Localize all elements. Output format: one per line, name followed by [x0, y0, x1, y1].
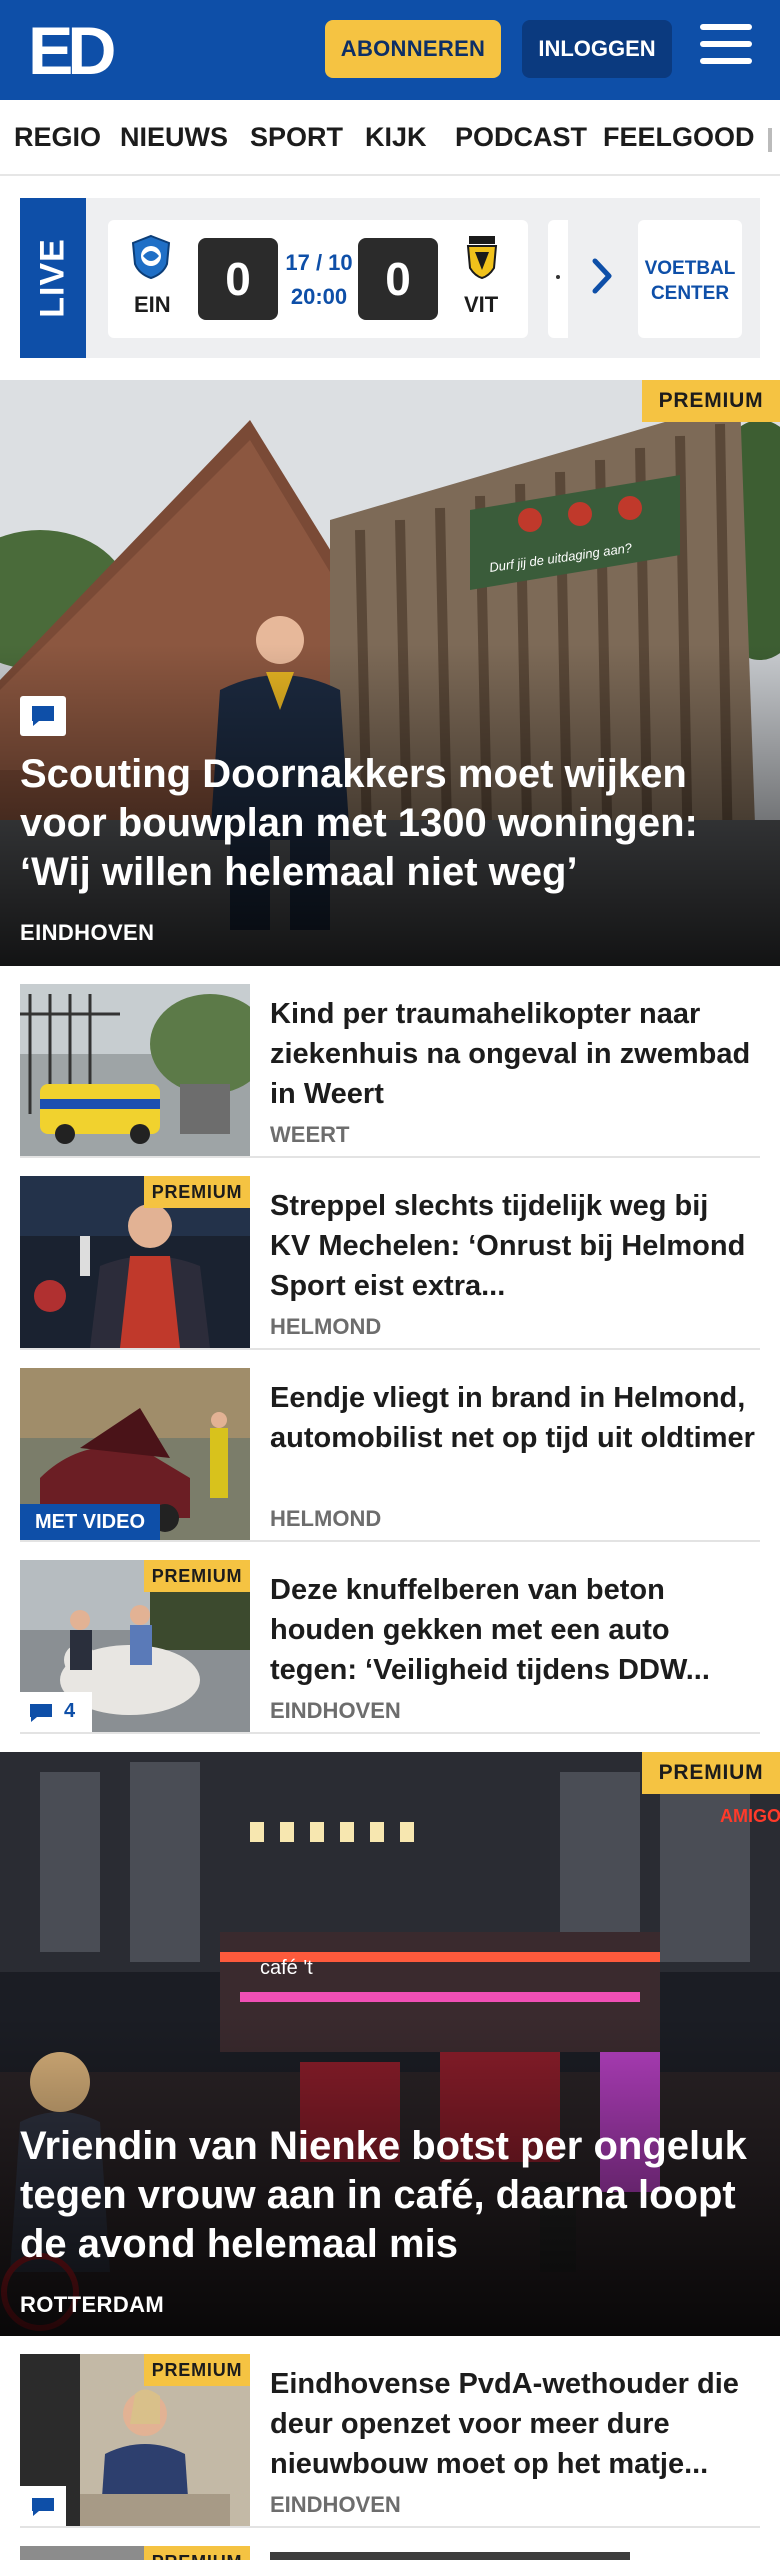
- logo-text: ED: [28, 16, 114, 80]
- nav-item-podcast[interactable]: PODCAST: [455, 122, 587, 153]
- nav-overflow-hint: [768, 128, 772, 152]
- video-badge: MET VIDEO: [20, 1504, 160, 1540]
- voetbal-center-link[interactable]: VOETBAL CENTER: [638, 220, 742, 338]
- comment-icon: [32, 706, 54, 726]
- psv-crest-icon: [131, 234, 171, 280]
- article-title[interactable]: Eendje vliegt in brand in Helmond, autom…: [270, 1378, 756, 1458]
- article-thumbnail-partial[interactable]: PREMIUM: [20, 2546, 250, 2560]
- match-datetime: 17 / 10 20:00: [285, 250, 353, 309]
- article-item[interactable]: PREMIUM Eindhovense PvdA-wethouder die d…: [20, 2336, 760, 2528]
- article-thumbnail: PREMIUM: [20, 2354, 250, 2526]
- comment-icon: [30, 1704, 52, 1722]
- hero-headline[interactable]: Vriendin van Nienke botst per ongeluk te…: [20, 2122, 760, 2269]
- article-category: EINDHOVEN: [270, 1698, 401, 1723]
- article-title-partial[interactable]: [270, 2548, 670, 2560]
- premium-badge: PREMIUM: [144, 2354, 250, 2386]
- premium-badge: PREMIUM: [144, 1176, 250, 1208]
- comment-count: 4: [64, 1700, 76, 1722]
- home-team-code: EIN: [134, 292, 171, 317]
- hero2-sign-text-2: AMIGO: [720, 1806, 780, 1826]
- comment-icon: [32, 2498, 54, 2516]
- nav-item-regio[interactable]: REGIO: [14, 122, 101, 153]
- article-category: WEERT: [270, 1122, 350, 1147]
- premium-badge: PREMIUM: [642, 380, 780, 422]
- article-thumbnail: MET VIDEO: [20, 1368, 250, 1540]
- hero-article[interactable]: Durf jij de uitdaging aan? PREMIUM Scout…: [0, 380, 780, 966]
- hero-article[interactable]: café 't AMIGO PREMIUM Vriendin van Nienk…: [0, 1752, 780, 2336]
- premium-badge: PREMIUM: [144, 1560, 250, 1592]
- match-card[interactable]: EIN 0 17 / 10 20:00 0 VIT: [108, 220, 528, 338]
- subscribe-button[interactable]: ABONNEREN: [325, 20, 501, 78]
- article-item[interactable]: Kind per traumahelikopter naar ziekenhui…: [20, 966, 760, 1158]
- login-button[interactable]: INLOGGEN: [522, 20, 672, 78]
- live-scores-strip: LIVE EIN 0 17 / 10 20:00 0 VIT VOETBAL C…: [20, 198, 760, 358]
- nav-item-nieuws[interactable]: NIEUWS: [120, 122, 228, 153]
- hero-category: ROTTERDAM: [20, 2292, 165, 2317]
- home-score: 0: [198, 238, 278, 320]
- article-item[interactable]: PREMIUM 4 Deze knuffelberen van beton ho…: [20, 1542, 760, 1734]
- article-category: HELMOND: [270, 1506, 382, 1531]
- nav-item-feelgood[interactable]: FEELGOOD: [603, 122, 755, 153]
- ed-logo[interactable]: ED: [28, 16, 116, 80]
- article-title[interactable]: Kind per traumahelikopter naar ziekenhui…: [270, 994, 756, 1114]
- hero-headline[interactable]: Scouting Doornakkers moet wijken voor bo…: [20, 750, 760, 897]
- article-item[interactable]: MET VIDEO Eendje vliegt in brand in Helm…: [20, 1350, 760, 1542]
- article-thumbnail: [20, 984, 250, 1156]
- next-match-card[interactable]: [548, 220, 568, 338]
- top-bar: ED ABONNEREN INLOGGEN: [0, 0, 780, 100]
- away-score: 0: [358, 238, 438, 320]
- hero-category: EINDHOVEN: [20, 920, 155, 945]
- comment-badge[interactable]: [20, 696, 66, 736]
- article-category: EINDHOVEN: [270, 2492, 401, 2517]
- comment-count-badge[interactable]: 4: [20, 1692, 92, 1732]
- away-team-code: VIT: [464, 292, 499, 317]
- article-item[interactable]: PREMIUM Streppel slechts tijdelijk weg b…: [20, 1158, 760, 1350]
- chevron-right-icon[interactable]: [590, 256, 614, 296]
- hero2-sign-text: café 't: [260, 1957, 313, 1979]
- article-title[interactable]: Eindhovense PvdA-wethouder die deur open…: [270, 2364, 756, 2484]
- comment-badge[interactable]: [20, 2486, 66, 2526]
- article-thumbnail: PREMIUM 4: [20, 1560, 250, 1732]
- premium-badge: PREMIUM: [144, 2546, 250, 2560]
- nav-item-sport[interactable]: SPORT: [250, 122, 343, 153]
- hamburger-menu-icon[interactable]: [700, 24, 752, 72]
- article-title[interactable]: Streppel slechts tijdelijk weg bij KV Me…: [270, 1186, 756, 1306]
- live-label: LIVE: [20, 198, 86, 358]
- article-title[interactable]: Deze knuffelberen van beton houden gekke…: [270, 1570, 756, 1690]
- nav-item-kijk[interactable]: KIJK: [365, 122, 427, 153]
- vitesse-crest-icon: [466, 236, 498, 280]
- article-thumbnail: PREMIUM: [20, 1176, 250, 1348]
- premium-badge: PREMIUM: [642, 1752, 780, 1794]
- article-category: HELMOND: [270, 1314, 382, 1339]
- section-nav: REGIO NIEUWS SPORT KIJK PODCAST FEELGOOD: [0, 100, 780, 176]
